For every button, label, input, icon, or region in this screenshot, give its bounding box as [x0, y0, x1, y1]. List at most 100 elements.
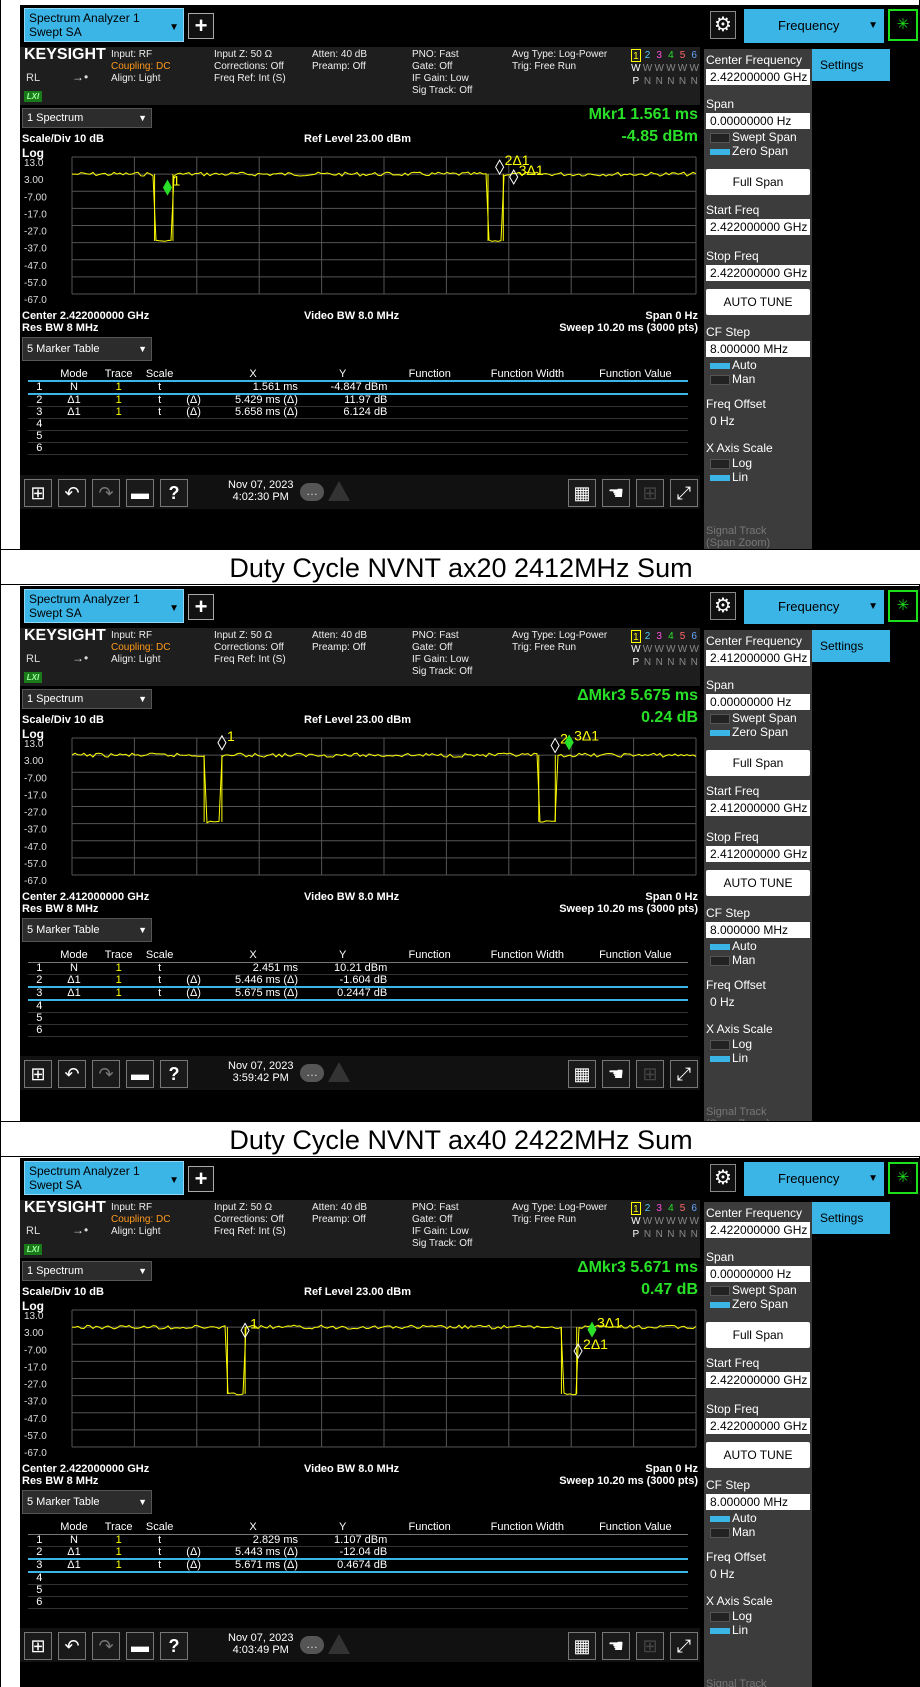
gear-icon[interactable]: ⚙: [710, 1164, 736, 1192]
app-selector[interactable]: Spectrum Analyzer 1 Swept SA ▼: [24, 1161, 184, 1195]
trace-indicator[interactable]: 123456 WWWWWW PNNNNN: [631, 1202, 699, 1256]
freq-offset-key[interactable]: Freq Offset 0 Hz: [706, 1550, 810, 1582]
freq-offset-value[interactable]: 0 Hz: [706, 1566, 810, 1582]
chat-icon[interactable]: …: [300, 1636, 324, 1654]
lin-toggle[interactable]: Lin: [706, 471, 810, 483]
window-selector[interactable]: 1 Spectrum ▼: [22, 108, 152, 128]
app-selector[interactable]: Spectrum Analyzer 1 Swept SA ▼: [24, 589, 184, 623]
display-layout-icon[interactable]: ▦: [568, 479, 596, 507]
window-selector[interactable]: 1 Spectrum ▼: [22, 689, 152, 709]
trace-indicator[interactable]: 123456 WWWWWW PNNNNN: [631, 49, 699, 103]
add-screen-button[interactable]: +: [188, 594, 214, 620]
windows-icon[interactable]: ⊞: [24, 1060, 52, 1088]
zero-span-toggle[interactable]: Zero Span: [706, 1298, 810, 1310]
marker-row[interactable]: 6: [28, 442, 688, 455]
marker-row[interactable]: 6: [28, 1024, 688, 1037]
auto-tune-button[interactable]: AUTO TUNE: [706, 1442, 810, 1468]
span-key[interactable]: Span 0.00000000 Hz Swept Span Zero Span: [706, 678, 810, 738]
settings-tab[interactable]: Settings: [812, 49, 890, 81]
undo-icon[interactable]: ↶: [58, 479, 86, 507]
multiwindow-icon[interactable]: ⊞: [636, 1632, 664, 1660]
log-toggle[interactable]: Log: [706, 1610, 810, 1622]
lin-toggle[interactable]: Lin: [706, 1624, 810, 1636]
input-settings[interactable]: Input: RF Coupling: DC Align: Light: [111, 630, 170, 666]
folder-icon[interactable]: ▬: [126, 479, 154, 507]
full-span-button[interactable]: Full Span: [706, 750, 810, 776]
pno-settings[interactable]: PNO: Fast Gate: Off IF Gain: Low Sig Tra…: [412, 630, 472, 678]
center-frequency-key[interactable]: Center Frequency 2.422000000 GHz: [706, 1206, 810, 1238]
marker-diamond[interactable]: [162, 179, 173, 196]
zero-span-toggle[interactable]: Zero Span: [706, 145, 810, 157]
cf-step-key[interactable]: CF Step 8.000000 MHz Auto Man: [706, 906, 810, 966]
multiwindow-icon[interactable]: ⊞: [636, 479, 664, 507]
man-toggle[interactable]: Man: [706, 954, 810, 966]
full-span-button[interactable]: Full Span: [706, 169, 810, 195]
touch-hand-icon[interactable]: ☚: [602, 1632, 630, 1660]
span-value[interactable]: 0.00000000 Hz: [706, 1266, 810, 1282]
span-value[interactable]: 0.00000000 Hz: [706, 113, 810, 129]
menu-scroll-area[interactable]: [890, 1202, 920, 1687]
freq-offset-value[interactable]: 0 Hz: [706, 413, 810, 429]
fullscreen-icon[interactable]: ⤢: [670, 1632, 698, 1660]
help-icon[interactable]: ?: [160, 479, 188, 507]
marker-diamond[interactable]: [550, 737, 560, 754]
marker-diamond[interactable]: [587, 1321, 597, 1338]
auto-tune-button[interactable]: AUTO TUNE: [706, 870, 810, 896]
avg-settings[interactable]: Avg Type: Log-Power Trig: Free Run: [512, 630, 607, 654]
freq-offset-key[interactable]: Freq Offset 0 Hz: [706, 978, 810, 1010]
center-frequency-value[interactable]: 2.422000000 GHz: [706, 69, 810, 85]
undo-icon[interactable]: ↶: [58, 1060, 86, 1088]
add-screen-button[interactable]: +: [188, 13, 214, 39]
marker-row[interactable]: 1 N 1 t 2.451 ms 10.21 dBm: [28, 962, 688, 975]
auto-toggle[interactable]: Auto: [706, 1512, 810, 1524]
x-axis-scale-key[interactable]: X Axis Scale Log Lin: [706, 1594, 810, 1636]
display-layout-icon[interactable]: ▦: [568, 1060, 596, 1088]
add-screen-button[interactable]: +: [188, 1166, 214, 1192]
touch-hand-icon[interactable]: ☚: [602, 479, 630, 507]
input-settings[interactable]: Input: RF Coupling: DC Align: Light: [111, 1202, 170, 1238]
display-layout-icon[interactable]: ▦: [568, 1632, 596, 1660]
redo-icon[interactable]: ↷: [92, 1632, 120, 1660]
marker-row[interactable]: 2 Δ1 1 t (Δ) 5.429 ms (Δ) 11.97 dB: [28, 394, 688, 407]
cf-step-key[interactable]: CF Step 8.000000 MHz Auto Man: [706, 1478, 810, 1538]
marker-table-selector[interactable]: 5 Marker Table ▼: [22, 1490, 152, 1514]
x-axis-scale-key[interactable]: X Axis Scale Log Lin: [706, 441, 810, 483]
pno-settings[interactable]: PNO: Fast Gate: Off IF Gain: Low Sig Tra…: [412, 1202, 472, 1250]
marker-row[interactable]: 6: [28, 1596, 688, 1609]
trace-plot[interactable]: 13.03.00-7.00-17.0-27.0-37.0-47.0-57.0-6…: [20, 143, 700, 308]
input-z-settings[interactable]: Input Z: 50 Ω Corrections: Off Freq Ref:…: [214, 630, 286, 666]
span-value[interactable]: 0.00000000 Hz: [706, 694, 810, 710]
redo-icon[interactable]: ↷: [92, 479, 120, 507]
menu-selector[interactable]: Frequency ▼: [744, 1162, 884, 1196]
marker-row[interactable]: 1 N 1 t 1.561 ms -4.847 dBm: [28, 380, 688, 395]
folder-icon[interactable]: ▬: [126, 1060, 154, 1088]
freq-offset-key[interactable]: Freq Offset 0 Hz: [706, 397, 810, 429]
marker-row[interactable]: 3 Δ1 1 t (Δ) 5.675 ms (Δ) 0.2447 dB: [28, 985, 688, 1001]
settings-tab[interactable]: Settings: [812, 1202, 890, 1234]
help-icon[interactable]: ?: [160, 1060, 188, 1088]
multiwindow-icon[interactable]: ⊞: [636, 1060, 664, 1088]
input-z-settings[interactable]: Input Z: 50 Ω Corrections: Off Freq Ref:…: [214, 1202, 286, 1238]
zero-span-toggle[interactable]: Zero Span: [706, 726, 810, 738]
auto-tune-button[interactable]: AUTO TUNE: [706, 289, 810, 315]
app-selector[interactable]: Spectrum Analyzer 1 Swept SA ▼: [24, 8, 184, 42]
trace-plot[interactable]: 13.03.00-7.00-17.0-27.0-37.0-47.0-57.0-6…: [20, 724, 700, 889]
avg-settings[interactable]: Avg Type: Log-Power Trig: Free Run: [512, 49, 607, 73]
start-freq-value[interactable]: 2.422000000 GHz: [706, 1372, 810, 1388]
atten-settings[interactable]: Atten: 40 dB Preamp: Off: [312, 49, 367, 73]
folder-icon[interactable]: ▬: [126, 1632, 154, 1660]
fullscreen-icon[interactable]: ⤢: [670, 1060, 698, 1088]
start-freq-value[interactable]: 2.422000000 GHz: [706, 219, 810, 235]
touch-hand-icon[interactable]: ☚: [602, 1060, 630, 1088]
chat-icon[interactable]: …: [300, 483, 324, 501]
chat-icon[interactable]: …: [300, 1064, 324, 1082]
span-key[interactable]: Span 0.00000000 Hz Swept Span Zero Span: [706, 97, 810, 157]
input-settings[interactable]: Input: RF Coupling: DC Align: Light: [111, 49, 170, 85]
cf-step-value[interactable]: 8.000000 MHz: [706, 922, 810, 938]
marker-table-selector[interactable]: 5 Marker Table ▼: [22, 337, 152, 361]
marker-table-selector[interactable]: 5 Marker Table ▼: [22, 918, 152, 942]
atten-settings[interactable]: Atten: 40 dB Preamp: Off: [312, 1202, 367, 1226]
stop-freq-key[interactable]: Stop Freq 2.422000000 GHz: [706, 1402, 810, 1434]
pno-settings[interactable]: PNO: Fast Gate: Off IF Gain: Low Sig Tra…: [412, 49, 472, 97]
cf-step-key[interactable]: CF Step 8.000000 MHz Auto Man: [706, 325, 810, 385]
